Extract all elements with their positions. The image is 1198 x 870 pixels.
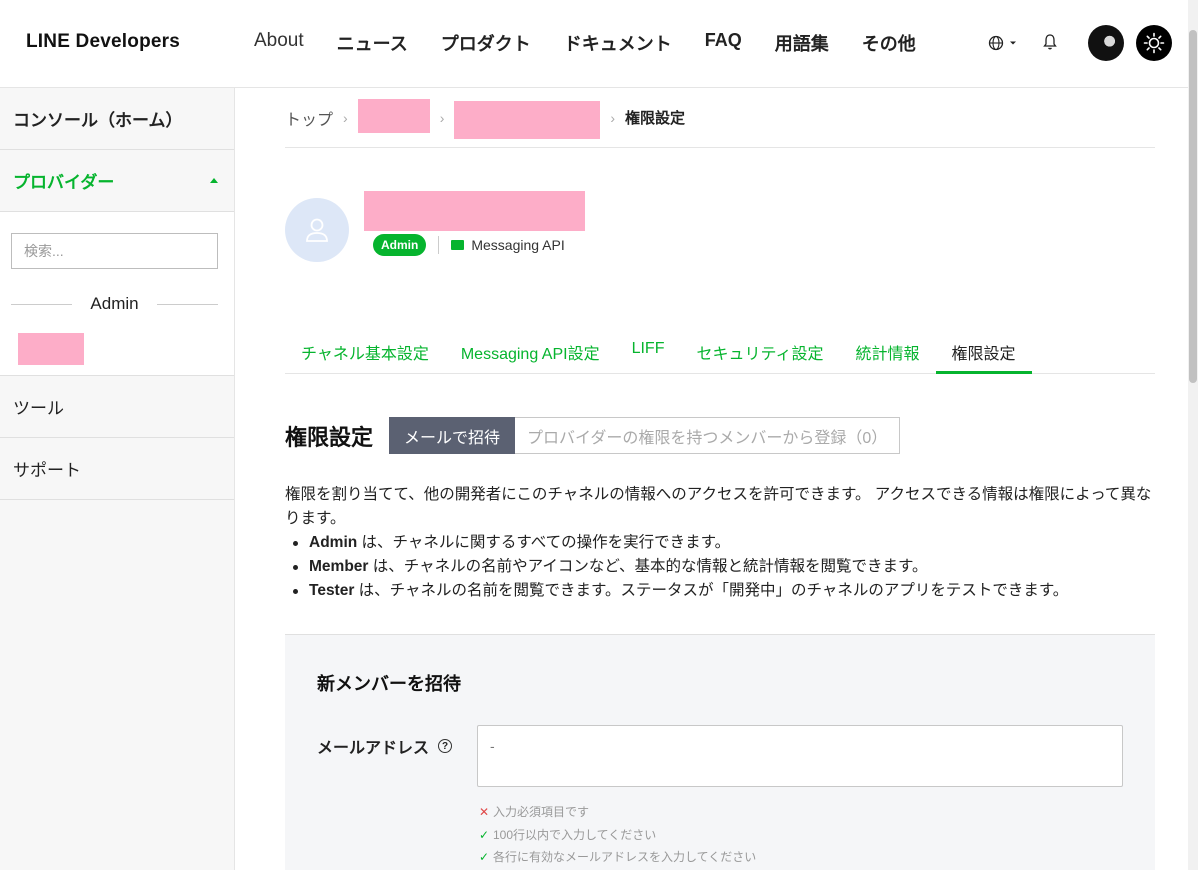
chevron-down-icon: [1010, 41, 1016, 45]
channel-tabs: チャネル基本設定 Messaging API設定 LIFF セキュリティ設定 統…: [285, 326, 1155, 374]
header-actions: [988, 25, 1188, 61]
email-label: メールアドレス ?: [317, 734, 453, 758]
nav-glossary[interactable]: 用語集: [775, 30, 829, 56]
validation-rule-valid-email: ✓ 各行に有効なメールアドレスを入力してください: [479, 846, 756, 869]
breadcrumb-current: 権限設定: [625, 110, 686, 127]
role-item-admin: Admin は、チャネルに関するすべての操作を実行できます。: [291, 531, 1160, 555]
tab-permissions[interactable]: 権限設定: [935, 326, 1032, 374]
tab-security[interactable]: セキュリティ設定: [680, 326, 839, 374]
role-badge: Admin: [373, 234, 427, 256]
invite-title: 新メンバーを招待: [317, 674, 461, 694]
sidebar-item-providers[interactable]: プロバイダー: [0, 150, 234, 212]
chevron-right-icon: ›: [439, 109, 445, 126]
validation-rule-max-lines: ✓ 100行以内で入力してください: [479, 824, 756, 847]
bell-icon: [1043, 34, 1057, 50]
user-avatar[interactable]: [1088, 25, 1124, 61]
nav-documents[interactable]: ドキュメント: [564, 30, 672, 56]
sidebar-item-label: プロバイダー: [13, 173, 115, 192]
notifications-button[interactable]: [1042, 33, 1060, 53]
tab-basic-settings[interactable]: チャネル基本設定: [285, 326, 445, 374]
nav-products[interactable]: プロダクト: [441, 30, 531, 56]
globe-icon: [988, 35, 1004, 51]
nav-faq[interactable]: FAQ: [705, 30, 742, 56]
nav-about[interactable]: About: [254, 30, 304, 56]
redacted-breadcrumb-provider[interactable]: [357, 98, 430, 133]
sun-icon: [1143, 32, 1165, 54]
main-nav: About ニュース プロダクト ドキュメント FAQ 用語集 その他: [254, 30, 949, 56]
redacted-breadcrumb-channel[interactable]: [454, 100, 601, 139]
role-item-member: Member は、チャネルの名前やアイコンなど、基本的な情報と統計情報を閲覧でき…: [291, 555, 1160, 579]
permissions-description: 権限を割り当てて、他の開発者にこのチャネルの情報へのアクセスを許可できます。 ア…: [285, 483, 1160, 603]
main-content: トップ › › › 権限設定 Admin Messaging API チャネル基…: [285, 88, 1155, 870]
provider-panel: Admin: [0, 212, 234, 376]
help-icon[interactable]: ?: [438, 739, 453, 753]
role-list: Admin は、チャネルに関するすべての操作を実行できます。 Member は、…: [285, 531, 1160, 603]
channel-type: Messaging API: [471, 237, 565, 253]
check-icon: ✓: [479, 827, 490, 842]
page-scrollbar[interactable]: [1188, 0, 1198, 870]
sidebar-item-tools[interactable]: ツール: [0, 376, 234, 438]
invite-panel: 新メンバーを招待 メールアドレス ? ✕入力必須項目です ✓100行以内で入力し…: [285, 634, 1155, 870]
chevron-right-icon: ›: [610, 109, 616, 126]
redacted-channel-name: [364, 191, 585, 231]
validation-rule-required: ✕ 入力必須項目です: [479, 801, 756, 824]
sidebar: コンソール（ホーム） プロバイダー Admin ツール サポート: [0, 88, 235, 870]
section-title: 権限設定: [285, 424, 374, 450]
sidebar-item-support[interactable]: サポート: [0, 438, 234, 500]
tab-messaging-api[interactable]: Messaging API設定: [445, 326, 616, 374]
sidebar-item-console-home[interactable]: コンソール（ホーム）: [0, 88, 234, 150]
role-item-tester: Tester は、チャネルの名前を閲覧できます。ステータスが「開発中」のチャネル…: [291, 579, 1160, 603]
role-divider-label: Admin: [90, 294, 139, 313]
breadcrumb-top[interactable]: トップ: [285, 106, 333, 130]
breadcrumb: トップ › › › 権限設定: [285, 88, 1155, 148]
messaging-api-icon: [451, 240, 465, 250]
nav-news[interactable]: ニュース: [337, 30, 408, 56]
invite-by-email-button[interactable]: メールで招待: [389, 417, 516, 454]
intro-text: 権限を割り当てて、他の開発者にこのチャネルの情報へのアクセスを許可できます。 ア…: [285, 486, 1152, 527]
language-selector[interactable]: [988, 33, 1018, 53]
nav-more[interactable]: その他: [862, 30, 916, 56]
role-divider: Admin: [11, 294, 218, 314]
caret-up-icon: [210, 178, 218, 183]
permissions-header: 権限設定 メールで招待 プロバイダーの権限を持つメンバーから登録（0）: [285, 417, 901, 454]
validation-rules: ✕ 入力必須項目です ✓ 100行以内で入力してください ✓ 各行に有効なメールアドレ…: [479, 801, 756, 869]
tab-statistics[interactable]: 統計情報: [840, 326, 936, 374]
chevron-right-icon: ›: [343, 109, 348, 126]
register-from-provider-button[interactable]: プロバイダーの権限を持つメンバーから登録（0）: [515, 417, 901, 454]
top-header: LINE Developers About ニュース プロダクト ドキュメント …: [0, 0, 1188, 88]
check-icon: ✓: [479, 850, 490, 864]
channel-badges: Admin Messaging API: [373, 234, 565, 256]
tab-liff[interactable]: LIFF: [616, 326, 681, 374]
email-input[interactable]: [477, 725, 1123, 787]
redacted-provider-name[interactable]: [18, 333, 84, 365]
channel-avatar: [285, 198, 349, 262]
cross-icon: ✕: [479, 805, 490, 819]
scrollbar-thumb[interactable]: [1189, 30, 1197, 383]
provider-search-input[interactable]: [11, 233, 218, 269]
site-logo[interactable]: LINE Developers: [26, 31, 180, 53]
user-icon: [306, 218, 328, 242]
theme-toggle-button[interactable]: [1136, 25, 1172, 61]
